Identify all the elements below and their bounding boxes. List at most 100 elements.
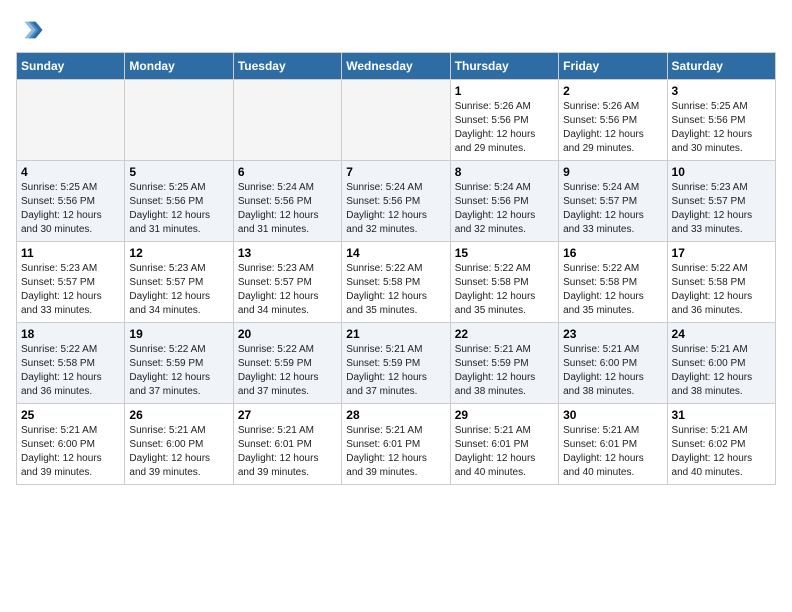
calendar-cell: 27 Sunrise: 5:21 AM Sunset: 6:01 PM Dayli… [233,404,341,485]
day-info: Sunrise: 5:21 AM Sunset: 6:00 PM Dayligh… [129,424,228,480]
day-number: 16 [563,246,662,260]
day-number: 3 [672,84,771,98]
calendar-cell: 16 Sunrise: 5:22 AM Sunset: 5:58 PM Dayli… [559,242,667,323]
calendar-cell: 7Sunrise: 5:24 AM Sunset: 5:56 PM Daylig… [342,161,450,242]
calendar-cell: 5 Sunrise: 5:25 AM Sunset: 5:56 PM Daylig… [125,161,233,242]
calendar-cell: 30 Sunrise: 5:21 AM Sunset: 6:01 PM Dayli… [559,404,667,485]
week-row-4: 18 Sunrise: 5:22 AM Sunset: 5:58 PM Dayli… [17,323,776,404]
day-number: 1 [455,84,554,98]
day-header-sunday: Sunday [17,53,125,80]
calendar-cell: 22 Sunrise: 5:21 AM Sunset: 5:59 PM Dayli… [450,323,558,404]
week-row-3: 11 Sunrise: 5:23 AM Sunset: 5:57 PM Dayli… [17,242,776,323]
calendar-cell: 18 Sunrise: 5:22 AM Sunset: 5:58 PM Dayli… [17,323,125,404]
day-number: 14 [346,246,445,260]
day-info: Sunrise: 5:21 AM Sunset: 6:00 PM Dayligh… [21,424,120,480]
calendar-cell: 6 Sunrise: 5:24 AM Sunset: 5:56 PM Daylig… [233,161,341,242]
day-info: Sunrise: 5:21 AM Sunset: 5:59 PM Dayligh… [455,343,554,399]
day-info: Sunrise: 5:25 AM Sunset: 5:56 PM Dayligh… [672,100,771,156]
calendar-cell [125,80,233,161]
day-info: Sunrise: 5:25 AM Sunset: 5:56 PM Dayligh… [21,181,120,237]
calendar-cell: 26 Sunrise: 5:21 AM Sunset: 6:00 PM Dayli… [125,404,233,485]
day-number: 5 [129,165,228,179]
day-header-tuesday: Tuesday [233,53,341,80]
calendar-cell: 25 Sunrise: 5:21 AM Sunset: 6:00 PM Dayli… [17,404,125,485]
calendar-cell: 2 Sunrise: 5:26 AM Sunset: 5:56 PM Daylig… [559,80,667,161]
day-number: 24 [672,327,771,341]
calendar-cell: 3 Sunrise: 5:25 AM Sunset: 5:56 PM Daylig… [667,80,775,161]
day-number: 9 [563,165,662,179]
day-info: Sunrise: 5:22 AM Sunset: 5:58 PM Dayligh… [563,262,662,318]
calendar-cell: 1 Sunrise: 5:26 AM Sunset: 5:56 PM Daylig… [450,80,558,161]
day-header-wednesday: Wednesday [342,53,450,80]
day-number: 7 [346,165,445,179]
logo-icon [16,16,44,44]
day-info: Sunrise: 5:21 AM Sunset: 6:01 PM Dayligh… [238,424,337,480]
calendar-cell: 14 Sunrise: 5:22 AM Sunset: 5:58 PM Dayli… [342,242,450,323]
day-number: 18 [21,327,120,341]
calendar-cell [17,80,125,161]
day-info: Sunrise: 5:26 AM Sunset: 5:56 PM Dayligh… [563,100,662,156]
day-number: 10 [672,165,771,179]
calendar-cell: 20Sunrise: 5:22 AM Sunset: 5:59 PM Dayli… [233,323,341,404]
day-info: Sunrise: 5:21 AM Sunset: 6:00 PM Dayligh… [563,343,662,399]
day-number: 17 [672,246,771,260]
calendar-cell: 28 Sunrise: 5:21 AM Sunset: 6:01 PM Dayli… [342,404,450,485]
calendar-cell: 12Sunrise: 5:23 AM Sunset: 5:57 PM Dayli… [125,242,233,323]
day-number: 22 [455,327,554,341]
day-info: Sunrise: 5:26 AM Sunset: 5:56 PM Dayligh… [455,100,554,156]
calendar-header-row: SundayMondayTuesdayWednesdayThursdayFrid… [17,53,776,80]
day-number: 20 [238,327,337,341]
day-info: Sunrise: 5:24 AM Sunset: 5:57 PM Dayligh… [563,181,662,237]
calendar-cell: 10 Sunrise: 5:23 AM Sunset: 5:57 PM Dayli… [667,161,775,242]
calendar-cell: 24 Sunrise: 5:21 AM Sunset: 6:00 PM Dayli… [667,323,775,404]
day-info: Sunrise: 5:23 AM Sunset: 5:57 PM Dayligh… [672,181,771,237]
calendar-cell: 8 Sunrise: 5:24 AM Sunset: 5:56 PM Daylig… [450,161,558,242]
day-number: 29 [455,408,554,422]
week-row-1: 1 Sunrise: 5:26 AM Sunset: 5:56 PM Daylig… [17,80,776,161]
calendar-cell [342,80,450,161]
calendar-cell: 11 Sunrise: 5:23 AM Sunset: 5:57 PM Dayli… [17,242,125,323]
calendar-cell: 13Sunrise: 5:23 AM Sunset: 5:57 PM Dayli… [233,242,341,323]
day-info: Sunrise: 5:21 AM Sunset: 6:00 PM Dayligh… [672,343,771,399]
day-number: 8 [455,165,554,179]
day-info: Sunrise: 5:21 AM Sunset: 6:01 PM Dayligh… [563,424,662,480]
day-header-thursday: Thursday [450,53,558,80]
week-row-5: 25 Sunrise: 5:21 AM Sunset: 6:00 PM Dayli… [17,404,776,485]
day-number: 6 [238,165,337,179]
day-info: Sunrise: 5:21 AM Sunset: 6:01 PM Dayligh… [455,424,554,480]
day-number: 25 [21,408,120,422]
day-number: 11 [21,246,120,260]
day-number: 19 [129,327,228,341]
day-number: 23 [563,327,662,341]
calendar-cell: 17 Sunrise: 5:22 AM Sunset: 5:58 PM Dayli… [667,242,775,323]
day-info: Sunrise: 5:22 AM Sunset: 5:59 PM Dayligh… [129,343,228,399]
day-info: Sunrise: 5:22 AM Sunset: 5:58 PM Dayligh… [672,262,771,318]
calendar-cell [233,80,341,161]
calendar-cell: 21Sunrise: 5:21 AM Sunset: 5:59 PM Dayli… [342,323,450,404]
day-number: 15 [455,246,554,260]
calendar-cell: 31 Sunrise: 5:21 AM Sunset: 6:02 PM Dayli… [667,404,775,485]
day-header-saturday: Saturday [667,53,775,80]
day-number: 27 [238,408,337,422]
day-info: Sunrise: 5:22 AM Sunset: 5:58 PM Dayligh… [346,262,445,318]
day-info: Sunrise: 5:24 AM Sunset: 5:56 PM Dayligh… [455,181,554,237]
day-number: 21 [346,327,445,341]
day-info: Sunrise: 5:21 AM Sunset: 6:01 PM Dayligh… [346,424,445,480]
day-info: Sunrise: 5:23 AM Sunset: 5:57 PM Dayligh… [21,262,120,318]
page-header [16,16,776,44]
day-info: Sunrise: 5:24 AM Sunset: 5:56 PM Dayligh… [238,181,337,237]
week-row-2: 4Sunrise: 5:25 AM Sunset: 5:56 PM Daylig… [17,161,776,242]
day-info: Sunrise: 5:25 AM Sunset: 5:56 PM Dayligh… [129,181,228,237]
day-number: 30 [563,408,662,422]
day-info: Sunrise: 5:22 AM Sunset: 5:58 PM Dayligh… [21,343,120,399]
day-number: 28 [346,408,445,422]
day-number: 2 [563,84,662,98]
logo [16,16,48,44]
calendar-cell: 19 Sunrise: 5:22 AM Sunset: 5:59 PM Dayli… [125,323,233,404]
day-number: 31 [672,408,771,422]
day-number: 26 [129,408,228,422]
day-number: 12 [129,246,228,260]
calendar-cell: 9 Sunrise: 5:24 AM Sunset: 5:57 PM Daylig… [559,161,667,242]
day-info: Sunrise: 5:21 AM Sunset: 6:02 PM Dayligh… [672,424,771,480]
day-header-friday: Friday [559,53,667,80]
